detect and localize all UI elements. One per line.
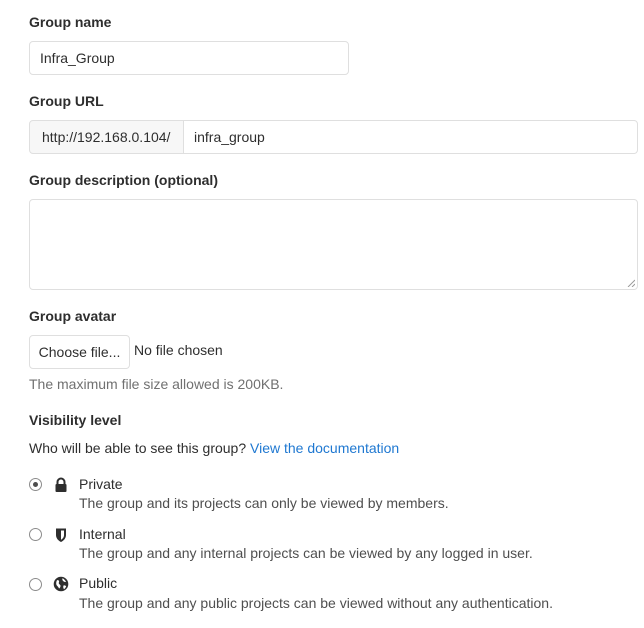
- group-url-label: Group URL: [29, 93, 104, 109]
- visibility-private-radio[interactable]: [29, 478, 42, 491]
- lock-icon: [55, 477, 67, 492]
- visibility-private-title: Private: [79, 476, 123, 492]
- visibility-help: Who will be able to see this group? View…: [29, 440, 399, 456]
- group-path-input[interactable]: infra_group: [183, 120, 638, 154]
- visibility-public-title: Public: [79, 575, 118, 591]
- file-status: No file chosen: [134, 342, 223, 358]
- visibility-level-label: Visibility level: [29, 412, 122, 428]
- group-name-label: Group name: [29, 14, 112, 30]
- visibility-internal-radio[interactable]: [29, 528, 42, 541]
- choose-file-button[interactable]: Choose file...: [29, 335, 130, 369]
- globe-icon: [53, 576, 69, 592]
- view-documentation-link[interactable]: View the documentation: [250, 440, 399, 456]
- visibility-question: Who will be able to see this group?: [29, 440, 247, 456]
- visibility-public-radio[interactable]: [29, 578, 42, 591]
- group-description-textarea[interactable]: [29, 199, 638, 290]
- visibility-private-description: The group and its projects can only be v…: [79, 495, 449, 511]
- avatar-size-help: The maximum file size allowed is 200KB.: [29, 376, 284, 392]
- visibility-public-description: The group and any public projects can be…: [79, 595, 553, 611]
- visibility-internal-title: Internal: [79, 526, 126, 542]
- resize-grip-icon[interactable]: [627, 279, 635, 287]
- group-url-prefix: http://192.168.0.104/: [29, 120, 184, 154]
- group-name-input[interactable]: Infra_Group: [29, 41, 349, 75]
- shield-icon: [56, 528, 66, 542]
- group-avatar-label: Group avatar: [29, 308, 117, 324]
- visibility-internal-description: The group and any internal projects can …: [79, 545, 533, 561]
- group-description-label: Group description (optional): [29, 172, 218, 188]
